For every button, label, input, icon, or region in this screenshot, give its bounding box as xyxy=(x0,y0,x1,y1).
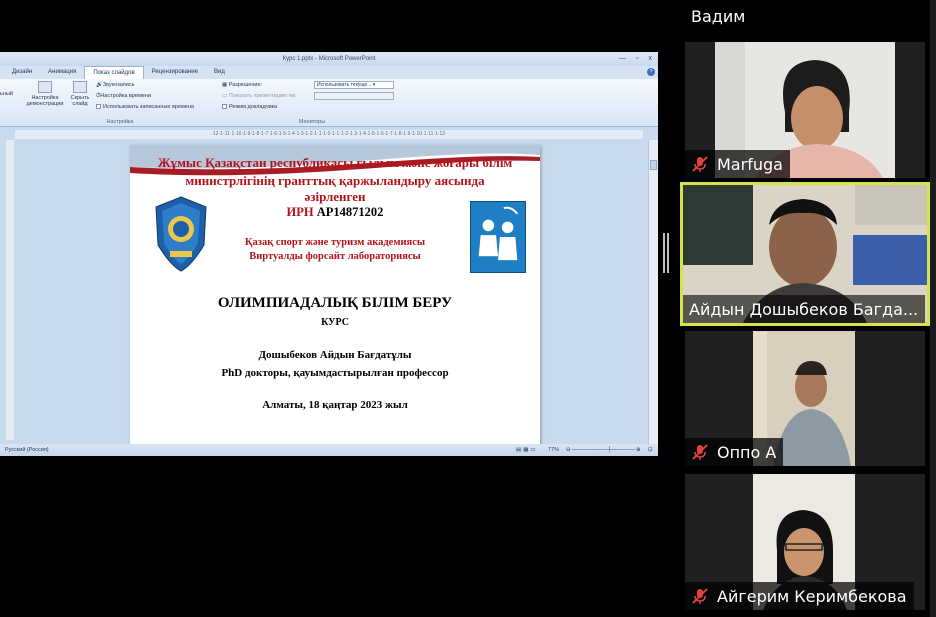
top-right-area xyxy=(856,0,936,33)
participant-name-top: Вадим xyxy=(685,0,855,33)
irn-label: ИРН xyxy=(286,205,314,219)
ribbon: ьный Настройка демонстрации Скрыть слайд… xyxy=(0,79,658,127)
slide-header-line1: Жұмыс Қазақстан республикасы ғылым және … xyxy=(157,155,513,170)
slide-author: Дошыбеков Айдын Бағдатұлы xyxy=(258,349,412,361)
show-on-label: ▭ Показать презентацию на: xyxy=(222,93,297,99)
fit-slide-icon[interactable]: ⊡ xyxy=(648,444,653,456)
vertical-scrollbar[interactable] xyxy=(648,140,658,444)
participant-label: Айгерим Керимбекова xyxy=(685,582,914,610)
muted-mic-icon xyxy=(692,156,708,172)
view-buttons[interactable]: ▤▦▭ xyxy=(516,444,538,456)
ribbon-partial-label[interactable]: ьный xyxy=(0,91,13,97)
tab-design[interactable]: Дизайн xyxy=(0,66,40,79)
zoom-slider[interactable]: ⊖ ─────────┼────── ⊕ xyxy=(566,444,641,456)
participant-name: Marfuga xyxy=(717,154,783,174)
participant-tile[interactable]: Оппо А xyxy=(685,331,925,466)
status-language: Русский (Россия) xyxy=(5,447,49,453)
slide-header-line2: министрлігінің гранттық қаржыландыру аяс… xyxy=(185,173,485,188)
participant-name: Оппо А xyxy=(717,442,777,462)
participant-name: Айгерим Керимбекова xyxy=(717,586,907,606)
zoom-level: 77% xyxy=(548,447,560,453)
vertical-ruler xyxy=(6,140,14,440)
panel-scrollbar[interactable] xyxy=(930,0,936,617)
resolution-select[interactable]: Использовать текуще... ▾ xyxy=(314,81,394,89)
participant-label: Marfuga xyxy=(685,150,790,178)
slide-canvas: Жұмыс Қазақстан республикасы ғылым және … xyxy=(15,140,648,444)
projector-icon xyxy=(38,81,52,93)
tab-review[interactable]: Рецензирование xyxy=(144,66,206,79)
help-icon[interactable]: ? xyxy=(647,68,655,76)
resolution-label: ▦ Разрешение: xyxy=(222,82,263,88)
muted-mic-icon xyxy=(692,588,708,604)
participant-name: Айдын Дошыбеков Багда... xyxy=(689,299,919,319)
meeting-view: Курс 1.pptx - Microsoft PowerPoint — ▫ x… xyxy=(0,0,936,617)
slide-degree: PhD докторы, қауымдастырылған профессор xyxy=(221,367,449,379)
lab-logo xyxy=(470,201,526,273)
group-setup-label: Настройка xyxy=(106,119,134,125)
setup-show-button[interactable]: Настройка демонстрации xyxy=(24,81,66,107)
tab-animation[interactable]: Анимация xyxy=(40,66,84,79)
group-monitors-label: Мониторы xyxy=(298,119,326,125)
close-button[interactable]: x xyxy=(649,52,653,66)
hide-slide-icon xyxy=(73,81,87,93)
tab-view[interactable]: Вид xyxy=(206,66,233,79)
maximize-button[interactable]: ▫ xyxy=(636,52,638,66)
participant-tile[interactable]: Айгерим Керимбекова xyxy=(685,474,925,610)
slide-title: ОЛИМПИАДАЛЫҚ БІЛІМ БЕРУ xyxy=(217,295,453,311)
slide-place-date: Алматы, 18 қаңтар 2023 жыл xyxy=(262,399,408,411)
minimize-button[interactable]: — xyxy=(619,52,626,66)
show-on-select[interactable] xyxy=(314,92,394,100)
participant-label: Оппо А xyxy=(685,438,784,466)
hide-slide-button[interactable]: Скрыть слайд xyxy=(68,81,92,107)
participant-tile[interactable]: Marfuga xyxy=(685,42,925,178)
participant-tile-active-speaker[interactable]: Айдын Дошыбеков Багда... xyxy=(680,182,930,326)
rehearse-timings-button[interactable]: ⏱Настройка времени xyxy=(96,93,151,100)
horizontal-ruler: ·12·1·11·1·10·1·9·1·8·1·7·1·6·1·5·1·4·1·… xyxy=(15,130,643,139)
status-bar: Русский (Россия) ▤▦▭ 77% ⊖ ─────────┼───… xyxy=(0,444,658,456)
muted-mic-icon xyxy=(692,444,708,460)
ppt-title-bar: Курс 1.pptx - Microsoft PowerPoint — ▫ x xyxy=(0,52,658,66)
ribbon-tabs: Дизайн Анимация Показ слайдов Рецензиров… xyxy=(0,66,658,79)
use-timings-checkbox[interactable]: Использовать записанные времена xyxy=(96,104,194,110)
tab-slide-show[interactable]: Показ слайдов xyxy=(84,66,144,79)
scroll-thumb[interactable] xyxy=(650,160,657,170)
participant-label: Айдын Дошыбеков Багда... xyxy=(683,295,926,323)
shared-screen[interactable]: Курс 1.pptx - Microsoft PowerPoint — ▫ x… xyxy=(0,52,658,456)
slide[interactable]: Жұмыс Қазақстан республикасы ғылым және … xyxy=(130,145,540,444)
slide-subtitle: КУРС xyxy=(321,317,349,328)
ppt-window-title: Курс 1.pptx - Microsoft PowerPoint xyxy=(282,56,376,62)
irn-value: АР14871202 xyxy=(316,205,384,219)
record-narration-button[interactable]: 🔊Звукозапись xyxy=(96,82,134,88)
panel-resize-handle[interactable] xyxy=(663,233,669,273)
presenter-view-checkbox[interactable]: Режим докладчика xyxy=(222,104,277,110)
